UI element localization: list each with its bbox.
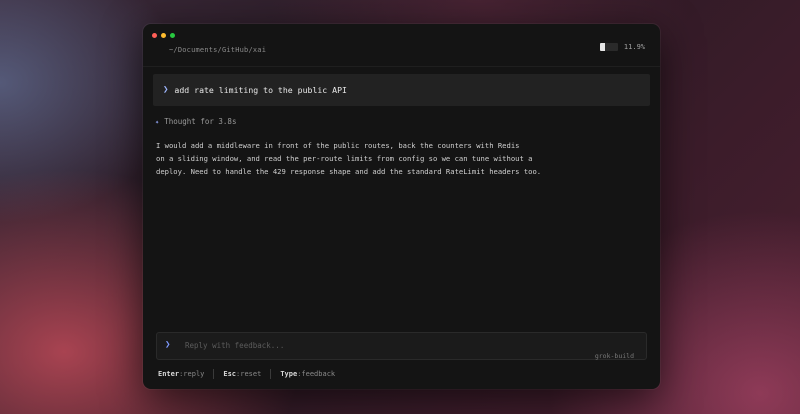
response-line: on a sliding window, and read the per-ro… [156,154,533,163]
terminal-window: ~/Documents/GitHub/xai 11.9% ❯ add rate … [143,24,660,389]
hint-action: reset [240,370,262,378]
hint-action: feedback [301,370,336,378]
hint-key: Type [280,370,298,378]
prompt-text: add rate limiting to the public API [174,85,347,95]
hint-enter: Enter: reply [158,370,205,378]
user-prompt: ❯ add rate limiting to the public API [153,74,650,106]
context-usage: 11.9% [599,43,645,51]
close-window-button[interactable] [152,33,157,38]
spark-icon: ✦ [155,117,160,126]
hint-separator [213,369,215,379]
minimize-window-button[interactable] [161,33,166,38]
context-usage-bar [599,43,618,51]
hint-separator [270,369,272,379]
feedback-input-box[interactable]: ❯ grok-build [156,332,647,360]
header-divider [143,66,660,67]
hint-key: Esc [223,370,237,378]
prompt-chevron-icon: ❯ [163,85,169,95]
response-line: I would add a middleware in front of the… [156,141,520,150]
hint-key: Enter [158,370,180,378]
hint-esc: Esc: reset [223,370,262,378]
thought-indicator[interactable]: ✦ Thought for 3.8s [155,117,236,126]
context-usage-fill [599,43,606,51]
hint-action: reply [183,370,205,378]
model-badge: grok-build [594,352,634,360]
working-directory: ~/Documents/GitHub/xai [169,46,267,54]
keyboard-hints: Enter: reply Esc: reset Type: feedback [158,369,335,379]
maximize-window-button[interactable] [170,33,175,38]
response-line: deploy. Need to handle the 429 response … [156,167,542,176]
thought-label: Thought for 3.8s [164,117,237,126]
context-usage-label: 11.9% [623,43,645,51]
window-controls [152,33,175,38]
input-chevron-icon: ❯ [165,340,171,350]
feedback-input[interactable] [185,338,485,352]
assistant-response: I would add a middleware in front of the… [156,139,636,178]
hint-type: Type: feedback [280,370,336,378]
